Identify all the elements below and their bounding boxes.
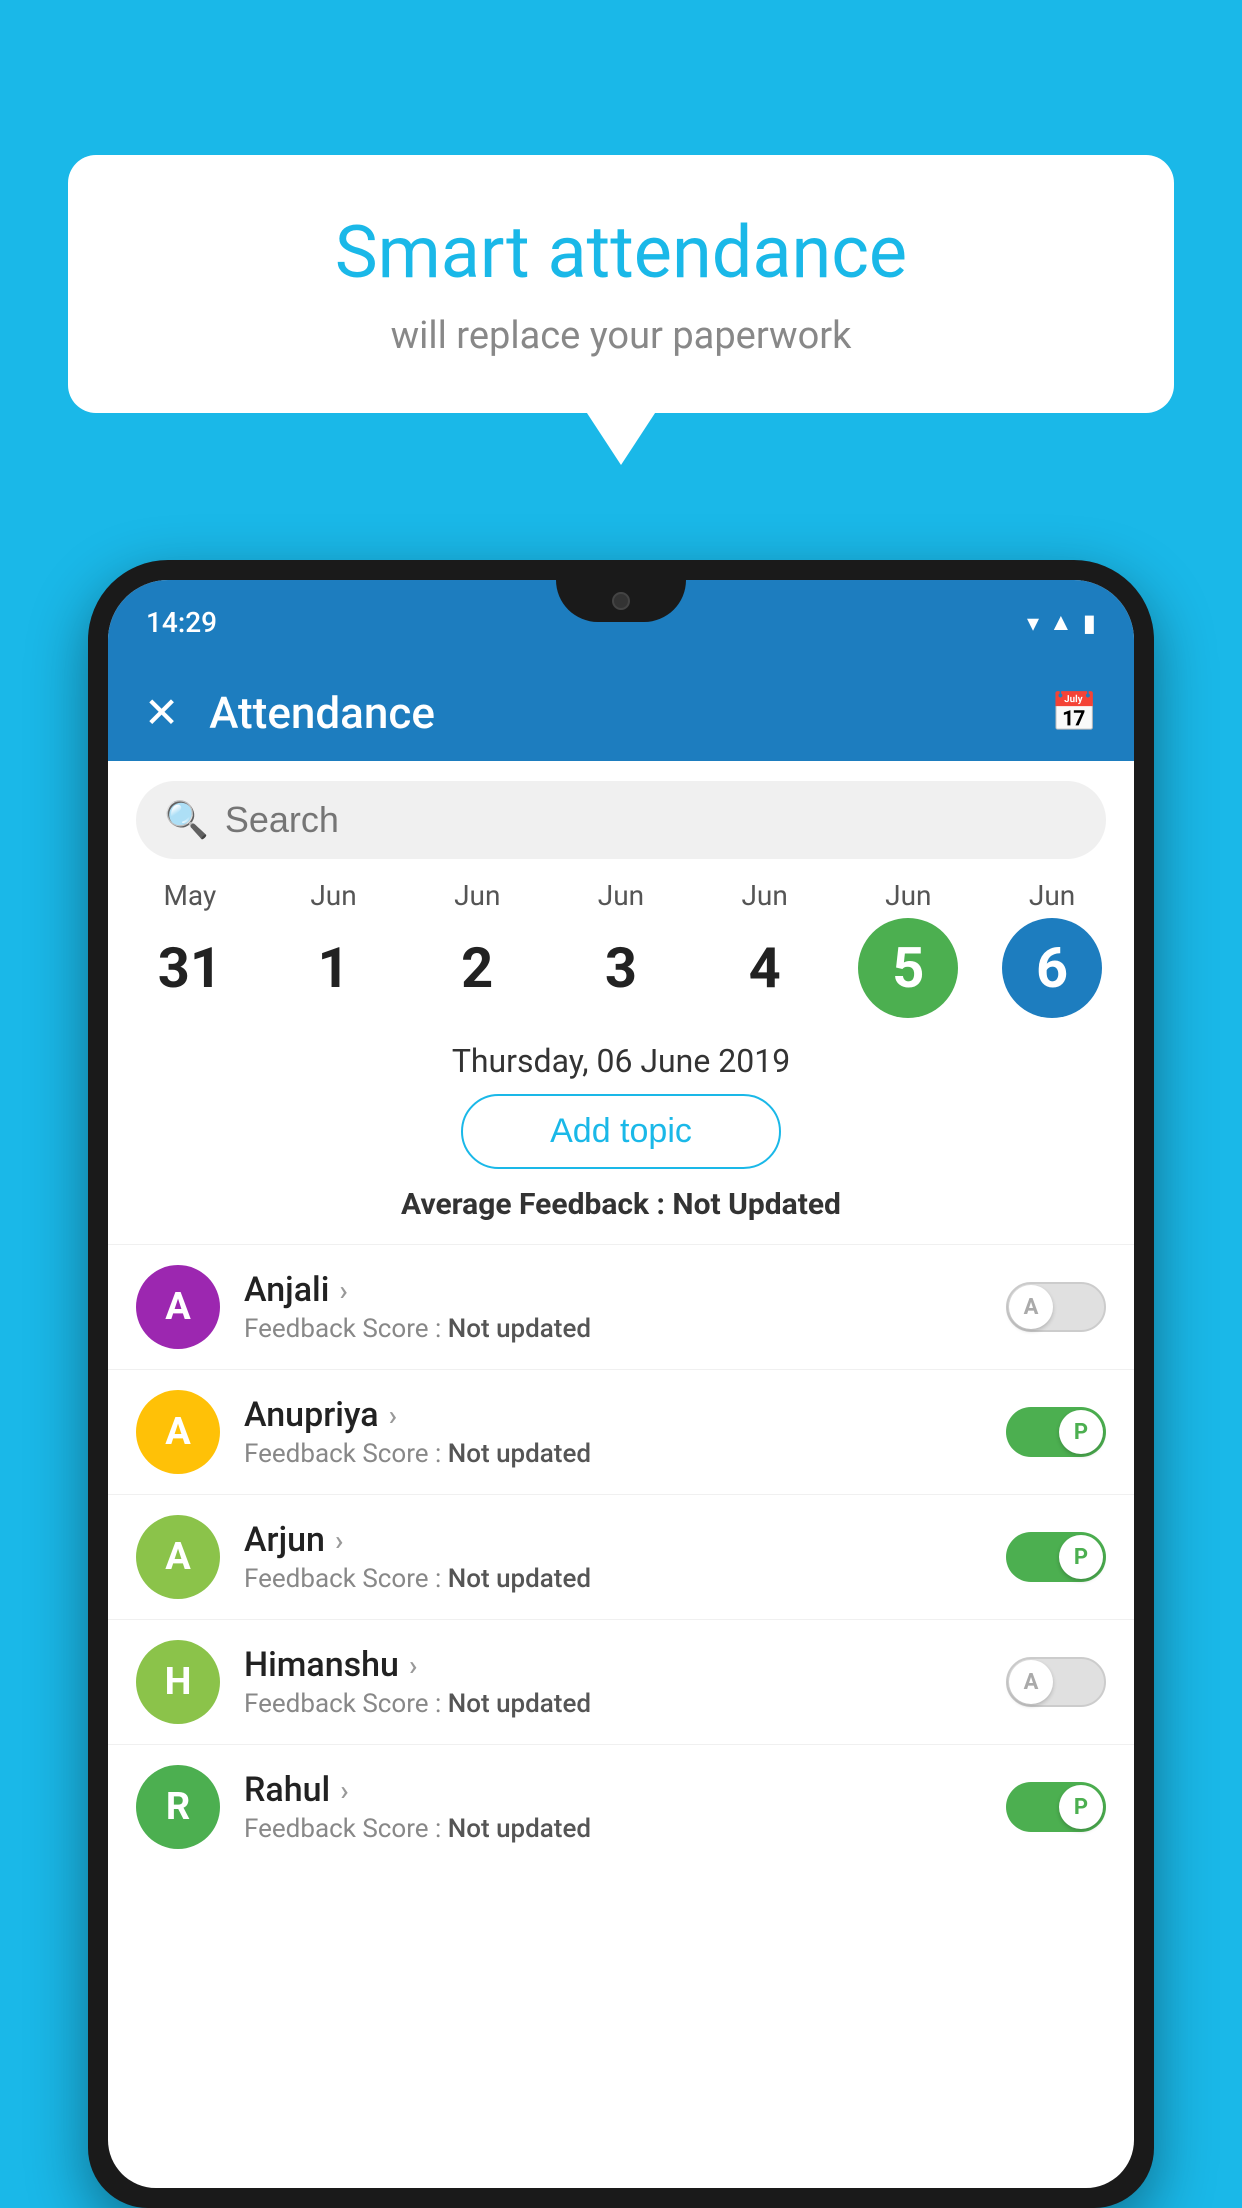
app-bar-title: Attendance	[209, 687, 1050, 739]
student-item[interactable]: R Rahul › Feedback Score : Not updated P	[108, 1744, 1134, 1869]
status-time: 14:29	[146, 606, 217, 639]
calendar-date-number[interactable]: 4	[715, 918, 815, 1018]
calendar-icon[interactable]: 📅	[1051, 691, 1098, 735]
speech-bubble-subtitle: will replace your paperwork	[128, 314, 1114, 358]
student-name: Arjun ›	[244, 1520, 1006, 1560]
calendar-day[interactable]: Jun 5	[843, 879, 973, 1018]
attendance-toggle[interactable]: P	[1006, 1407, 1106, 1457]
calendar-week: May 31 Jun 1 Jun 2 Jun 3 Jun 4 Jun 5 Jun 6	[108, 879, 1134, 1018]
student-info: Himanshu › Feedback Score : Not updated	[244, 1645, 1006, 1719]
calendar-date-number[interactable]: 31	[140, 918, 240, 1018]
calendar-date-number[interactable]: 2	[427, 918, 527, 1018]
search-bar[interactable]: 🔍	[136, 781, 1106, 859]
student-item[interactable]: H Himanshu › Feedback Score : Not updatedA	[108, 1619, 1134, 1744]
student-name: Rahul ›	[244, 1770, 1006, 1810]
student-score: Feedback Score : Not updated	[244, 1689, 1006, 1719]
avatar: R	[136, 1765, 220, 1849]
student-score: Feedback Score : Not updated	[244, 1814, 1006, 1844]
calendar-day[interactable]: May 31	[125, 879, 255, 1018]
calendar-month-label: May	[163, 879, 216, 912]
student-item[interactable]: AAnjali ›Feedback Score : Not updatedA	[108, 1244, 1134, 1369]
avatar: A	[136, 1265, 220, 1349]
attendance-toggle[interactable]: A	[1006, 1657, 1106, 1707]
toggle-knob: A	[1009, 1285, 1053, 1329]
student-score: Feedback Score : Not updated	[244, 1314, 1006, 1344]
calendar-day[interactable]: Jun 1	[269, 879, 399, 1018]
student-name: Anjali ›	[244, 1270, 1006, 1310]
chevron-right-icon: ›	[335, 1524, 343, 1557]
attendance-toggle[interactable]: A	[1006, 1282, 1106, 1332]
calendar-date-number[interactable]: 3	[571, 918, 671, 1018]
avatar: A	[136, 1390, 220, 1474]
selected-date-label: Thursday, 06 June 2019	[108, 1042, 1134, 1080]
calendar-date-number[interactable]: 1	[284, 918, 384, 1018]
search-input[interactable]	[225, 799, 1078, 841]
speech-bubble: Smart attendance will replace your paper…	[68, 155, 1174, 413]
calendar-month-label: Jun	[1029, 879, 1075, 912]
avatar: A	[136, 1515, 220, 1599]
student-score: Feedback Score : Not updated	[244, 1439, 1006, 1469]
calendar-day[interactable]: Jun 2	[412, 879, 542, 1018]
student-item[interactable]: A Arjun › Feedback Score : Not updated P	[108, 1494, 1134, 1619]
status-icons: ▾ ▲ ▮	[1027, 608, 1096, 637]
add-topic-button[interactable]: Add topic	[461, 1094, 781, 1169]
calendar-month-label: Jun	[598, 879, 644, 912]
feedback-avg-value: Not Updated	[672, 1187, 841, 1222]
attendance-toggle[interactable]: P	[1006, 1532, 1106, 1582]
student-score: Feedback Score : Not updated	[244, 1564, 1006, 1594]
chevron-right-icon: ›	[409, 1649, 417, 1682]
app-bar: ✕ Attendance 📅	[108, 665, 1134, 761]
status-bar-area: 14:29 ▾ ▲ ▮	[108, 580, 1134, 665]
calendar-day[interactable]: Jun 3	[556, 879, 686, 1018]
student-name: Anupriya ›	[244, 1395, 1006, 1435]
calendar-month-label: Jun	[310, 879, 356, 912]
close-button[interactable]: ✕	[144, 688, 179, 738]
phone-screen: 14:29 ▾ ▲ ▮ ✕ Attendance 📅 🔍 May31Jun1Ju…	[108, 580, 1134, 2188]
signal-icon: ▲	[1049, 608, 1073, 637]
student-info: Arjun › Feedback Score : Not updated	[244, 1520, 1006, 1594]
student-info: Anjali › Feedback Score : Not updated	[244, 1270, 1006, 1344]
calendar-day[interactable]: Jun 6	[987, 879, 1117, 1018]
battery-icon: ▮	[1083, 609, 1096, 637]
toggle-knob: A	[1009, 1660, 1053, 1704]
feedback-avg: Average Feedback : Not Updated	[108, 1187, 1134, 1222]
calendar-month-label: Jun	[741, 879, 787, 912]
toggle-knob: P	[1059, 1535, 1103, 1579]
calendar-date-number[interactable]: 5	[858, 918, 958, 1018]
calendar-month-label: Jun	[885, 879, 931, 912]
phone-frame: 14:29 ▾ ▲ ▮ ✕ Attendance 📅 🔍 May31Jun1Ju…	[88, 560, 1154, 2208]
wifi-icon: ▾	[1027, 609, 1039, 637]
chevron-right-icon: ›	[389, 1399, 397, 1432]
avatar: H	[136, 1640, 220, 1724]
attendance-toggle[interactable]: P	[1006, 1782, 1106, 1832]
calendar-date-number[interactable]: 6	[1002, 918, 1102, 1018]
chevron-right-icon: ›	[340, 1774, 348, 1807]
camera	[612, 592, 630, 610]
calendar-day[interactable]: Jun 4	[700, 879, 830, 1018]
feedback-avg-label: Average Feedback :	[401, 1187, 672, 1222]
student-list: AAnjali ›Feedback Score : Not updatedAAA…	[108, 1244, 1134, 1869]
student-name: Himanshu ›	[244, 1645, 1006, 1685]
student-item[interactable]: A Anupriya › Feedback Score : Not updated P	[108, 1369, 1134, 1494]
speech-bubble-title: Smart attendance	[128, 210, 1114, 296]
student-info: Rahul › Feedback Score : Not updated	[244, 1770, 1006, 1844]
student-info: Anupriya › Feedback Score : Not updated	[244, 1395, 1006, 1469]
toggle-knob: P	[1059, 1410, 1103, 1454]
calendar-month-label: Jun	[454, 879, 500, 912]
chevron-right-icon: ›	[339, 1274, 347, 1307]
search-icon: 🔍	[164, 799, 209, 841]
toggle-knob: P	[1059, 1785, 1103, 1829]
